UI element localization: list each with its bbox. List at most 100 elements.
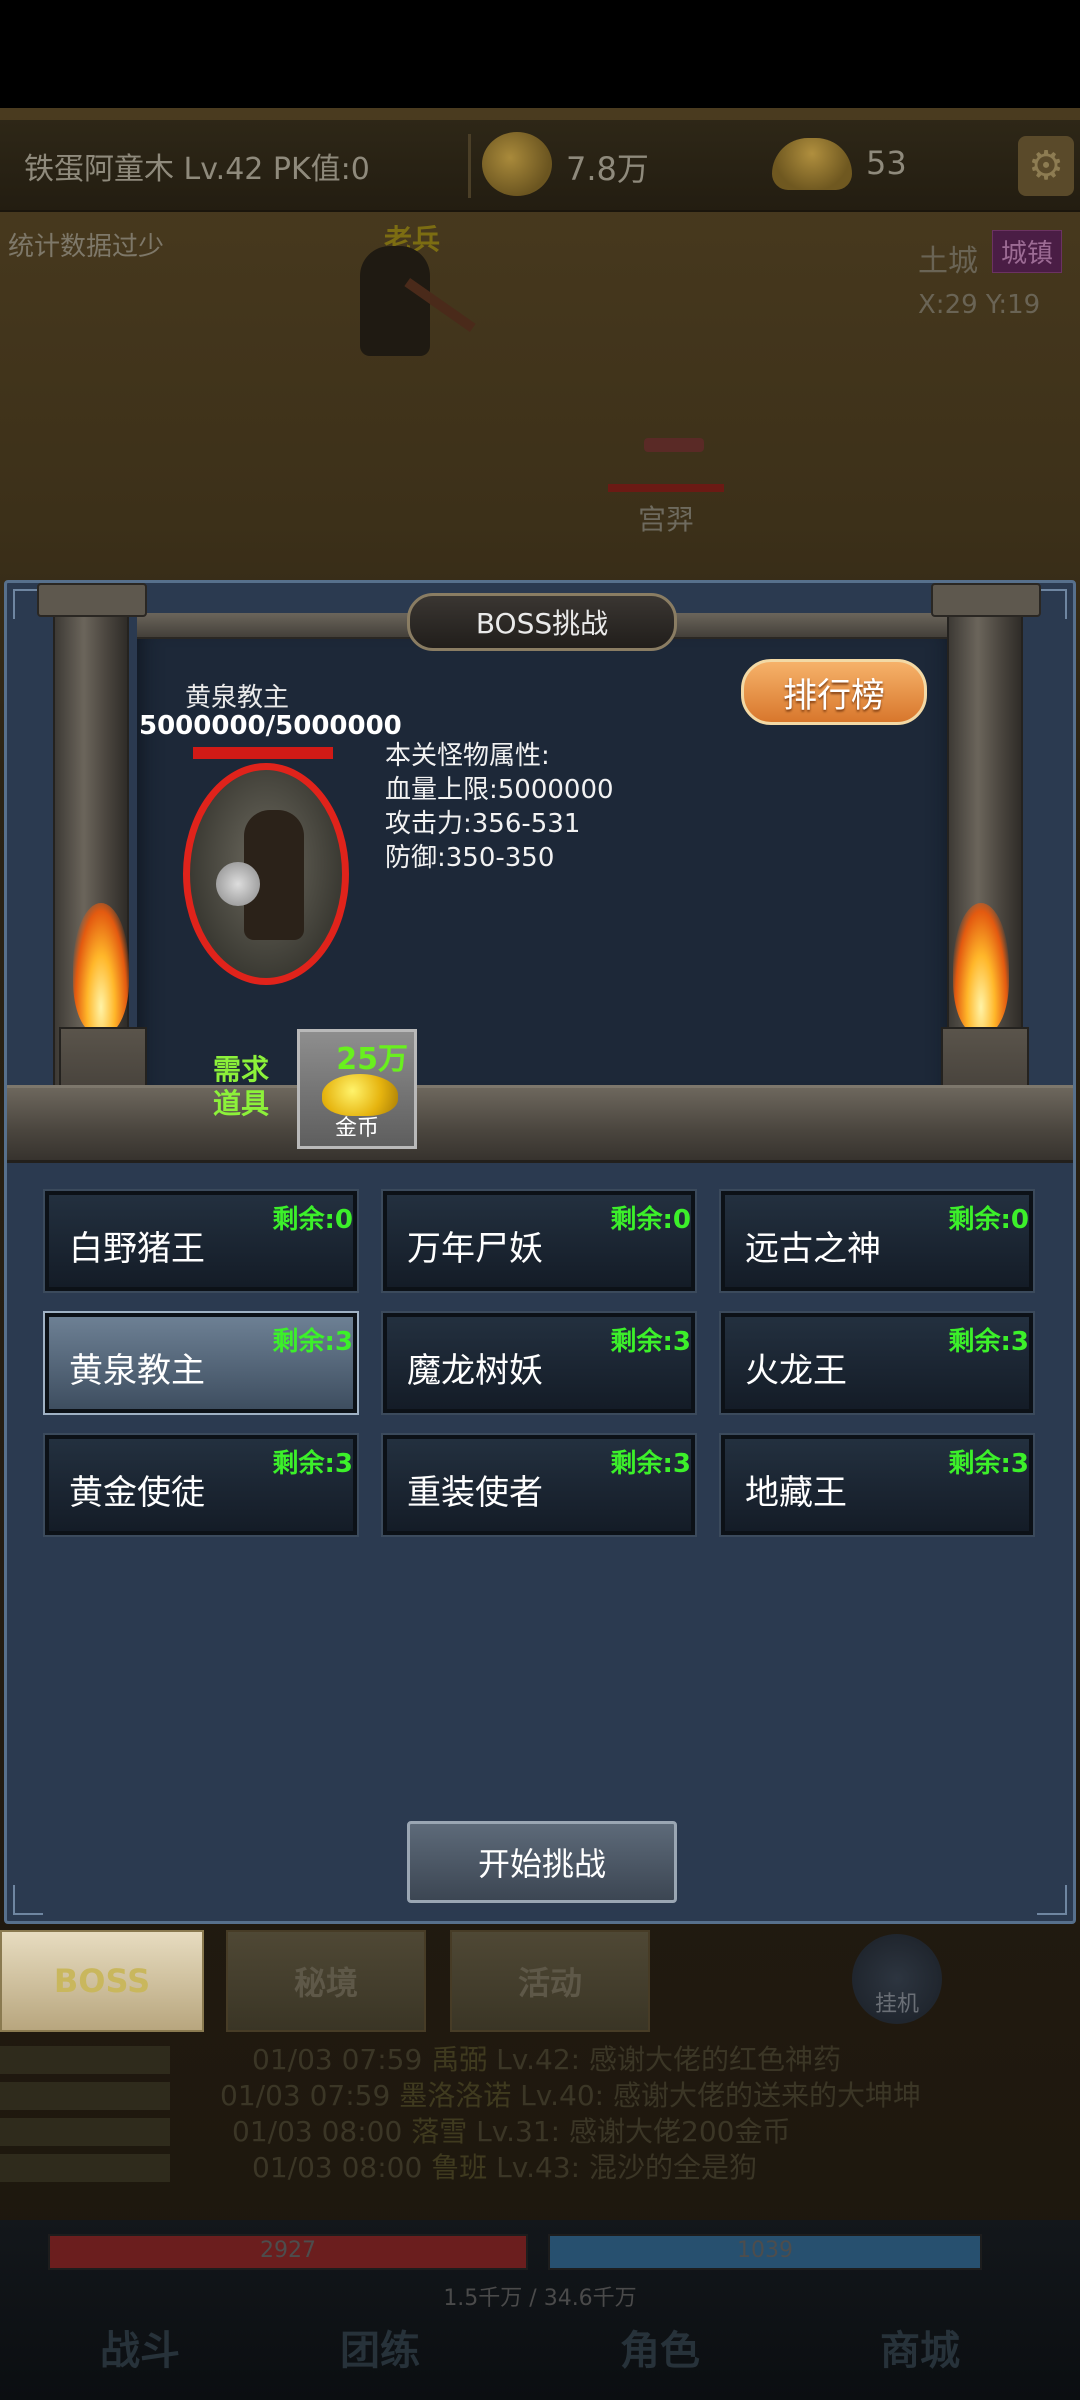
boss-option-button[interactable]: 白野猪王 剩余:0 — [43, 1189, 359, 1293]
boss-remaining-count: 剩余:0 — [610, 1205, 692, 1235]
chat-name[interactable]: 墨洛洛诺 — [399, 2079, 511, 2112]
boss-challenge-panel: BOSS挑战 排行榜 黄泉教主 5000000/5000000 本关怪物属性: … — [4, 580, 1076, 1924]
boss-remaining-count: 剩余:3 — [610, 1327, 692, 1357]
boss-option-button[interactable]: 地藏王 剩余:3 — [719, 1433, 1035, 1537]
player-hp-bar: 2927 — [48, 2234, 528, 2270]
boss-remaining-count: 剩余:3 — [272, 1449, 354, 1479]
npc-character — [360, 246, 430, 356]
stats-heading: 本关怪物属性: — [385, 741, 550, 771]
chat-level: Lv.40: — [520, 2079, 605, 2112]
boss-name: 黄泉教主 — [184, 683, 289, 713]
boss-option-button[interactable]: 万年尸妖 剩余:0 — [381, 1189, 697, 1293]
chat-level: Lv.43: — [496, 2151, 581, 2184]
boss-option-button[interactable]: 黄金使徒 剩余:3 — [43, 1433, 359, 1537]
boss-option-name: 万年尸妖 — [407, 1229, 543, 1269]
tab-activity[interactable]: 活动 — [450, 1930, 650, 2032]
pillar-cap-left — [37, 583, 147, 617]
boss-remaining-count: 剩余:3 — [272, 1327, 354, 1357]
chat-channel-tag — [0, 2046, 170, 2074]
boss-remaining-count: 剩余:0 — [948, 1205, 1030, 1235]
panel-title: BOSS挑战 — [407, 593, 677, 651]
requirement-label-line2: 道具 — [213, 1087, 270, 1120]
map-coordinates: X:29 Y:19 — [918, 290, 1041, 320]
gold-coin-icon — [482, 132, 552, 196]
nav-item[interactable]: 团练 — [280, 2318, 480, 2376]
chat-message: 01/03 08:00 落雪 Lv.31: 感谢大佬200金币 — [232, 2114, 790, 2150]
boss-remaining-count: 剩余:3 — [948, 1449, 1030, 1479]
chat-name[interactable]: 鲁班 — [431, 2151, 487, 2184]
afk-button[interactable]: 挂机 — [852, 1934, 942, 2024]
chat-channel-tag — [0, 2154, 170, 2182]
player-hp-text: 2927 — [260, 2238, 316, 2263]
boss-option-button[interactable]: 火龙王 剩余:3 — [719, 1311, 1035, 1415]
chat-time: 01/03 07:59 — [252, 2043, 423, 2076]
flame-icon — [953, 903, 1009, 1033]
boss-remaining-count: 剩余:3 — [610, 1449, 692, 1479]
boss-option-button[interactable]: 重装使者 剩余:3 — [381, 1433, 697, 1537]
nav-item[interactable]: 战斗 — [40, 2318, 240, 2376]
boss-orb — [216, 862, 260, 906]
chat-msg: 感谢大佬200金币 — [569, 2115, 791, 2148]
stat-hp-limit: 血量上限:5000000 — [385, 775, 614, 805]
boss-option-name: 黄金使徒 — [69, 1473, 205, 1513]
chat-name[interactable]: 禹弼 — [431, 2043, 487, 2076]
boss-option-name: 地藏王 — [745, 1473, 847, 1513]
map-name: 土城 — [918, 244, 978, 279]
player-mp-bar: 1039 — [548, 2234, 982, 2270]
boss-option-name: 白野猪王 — [69, 1229, 205, 1269]
gold-ingot-icon — [772, 138, 852, 190]
boss-option-name: 黄泉教主 — [69, 1351, 205, 1391]
player-info: 铁蛋阿童木 Lv.42 PK值:0 — [24, 152, 370, 187]
start-challenge-button[interactable]: 开始挑战 — [407, 1821, 677, 1903]
required-item-amount: 25万 — [336, 1042, 408, 1077]
boss-stats: 本关怪物属性: 血量上限:5000000 攻击力:356-531 防御:350-… — [385, 739, 614, 875]
chat-msg: 感谢大佬的红色神药 — [589, 2043, 842, 2076]
pillar-cap-right — [931, 583, 1041, 617]
nav-item[interactable]: 角色 — [560, 2318, 760, 2376]
player-hp-bar — [608, 484, 724, 492]
chat-channel-tag — [0, 2118, 170, 2146]
boss-option-name: 魔龙树妖 — [407, 1351, 543, 1391]
panel-corner-ornament — [13, 1885, 43, 1915]
required-item-slot[interactable]: 25万 金币 — [297, 1029, 417, 1149]
player-mp-text: 1039 — [737, 2238, 793, 2263]
chat-name[interactable]: 落雪 — [411, 2115, 467, 2148]
map-type-badge: 城镇 — [992, 230, 1063, 273]
chat-time: 01/03 08:00 — [232, 2115, 403, 2148]
requirement-label: 需求 道具 — [213, 1053, 269, 1121]
experience-text: 1.5千万 / 34.6千万 — [443, 2286, 637, 2311]
stats-warning-text: 统计数据过少 — [8, 232, 165, 262]
afk-label: 挂机 — [874, 1992, 919, 2017]
tab-secret-realm[interactable]: 秘境 — [226, 1930, 426, 2032]
boss-hp-fill — [193, 747, 333, 759]
top-status-bar: 铁蛋阿童木 Lv.42 PK值:0 7.8万 53 ⚙ — [0, 120, 1080, 212]
panel-corner-ornament — [1037, 1885, 1067, 1915]
chat-msg: 混沙的全是狗 — [589, 2151, 758, 2184]
chat-time: 01/03 08:00 — [252, 2151, 423, 2184]
ranking-button[interactable]: 排行榜 — [741, 659, 927, 725]
boss-stage: BOSS挑战 排行榜 黄泉教主 5000000/5000000 本关怪物属性: … — [7, 583, 1073, 1165]
chat-message: 01/03 08:00 鲁班 Lv.43: 混沙的全是狗 — [252, 2150, 757, 2186]
divider — [468, 134, 471, 198]
gear-icon[interactable]: ⚙ — [1018, 136, 1074, 196]
player-name-label: 宫羿 — [638, 503, 695, 536]
chat-level: Lv.42: — [496, 2043, 581, 2076]
boss-hp-bar — [193, 747, 333, 759]
boss-option-button[interactable]: 黄泉教主 剩余:3 — [43, 1311, 359, 1415]
boss-option-name: 火龙王 — [745, 1351, 847, 1391]
boss-option-button[interactable]: 远古之神 剩余:0 — [719, 1189, 1035, 1293]
chat-msg: 感谢大佬的送来的大坤坤 — [613, 2079, 922, 2112]
stat-attack: 攻击力:356-531 — [385, 809, 581, 839]
boss-remaining-count: 剩余:3 — [948, 1327, 1030, 1357]
boss-remaining-count: 剩余:0 — [272, 1205, 354, 1235]
stone-floor — [7, 1085, 1073, 1163]
player-title-banner — [644, 438, 704, 452]
required-item-name: 金币 — [334, 1116, 379, 1141]
boss-hp-text: 5000000/5000000 — [139, 711, 402, 741]
requirement-label-line1: 需求 — [213, 1053, 270, 1086]
boss-option-button[interactable]: 魔龙树妖 剩余:3 — [381, 1311, 697, 1415]
nav-item[interactable]: 商城 — [820, 2318, 1020, 2376]
ingot-amount: 53 — [866, 144, 907, 182]
tab-boss[interactable]: BOSS — [0, 1930, 204, 2032]
chat-time: 01/03 07:59 — [220, 2079, 391, 2112]
